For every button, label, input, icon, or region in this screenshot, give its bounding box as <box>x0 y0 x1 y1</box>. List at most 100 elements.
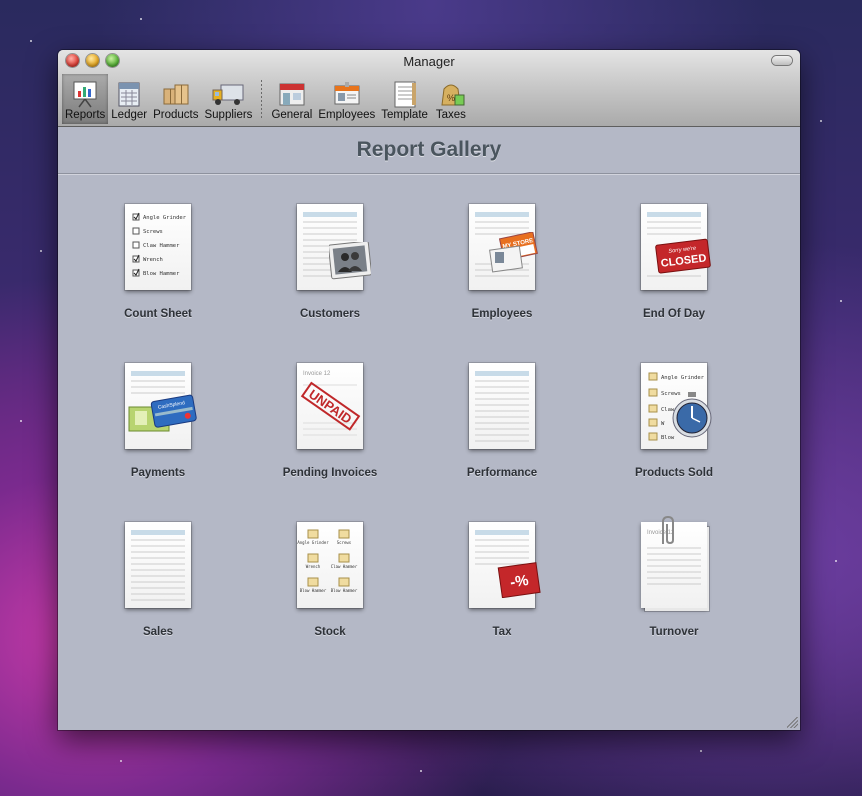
turnover-icon: Invoice 12 <box>629 515 719 612</box>
report-tax[interactable]: -% Tax <box>416 520 588 679</box>
stock-icon: Angle Grinder Screws Wrench Claw Hammer … <box>285 520 375 612</box>
employees-report-icon: MY STORE <box>457 202 547 294</box>
star <box>835 560 837 562</box>
stock-item: Angle Grinder <box>297 540 329 545</box>
manager-window: Manager Reports Ledger Products Supplier… <box>58 50 800 730</box>
payments-icon: CashSplend <box>113 361 203 453</box>
star <box>420 770 422 772</box>
star <box>120 760 122 762</box>
people-photo-icon <box>329 242 371 280</box>
toolbar-label: Taxes <box>435 109 466 121</box>
products-icon <box>159 79 193 109</box>
report-customers[interactable]: Customers <box>244 202 416 361</box>
resize-handle[interactable] <box>787 717 798 728</box>
svg-text:%: % <box>447 93 455 103</box>
toolbar-label: Products <box>153 109 199 121</box>
report-performance[interactable]: Performance <box>416 361 588 520</box>
toolbar-item-reports[interactable]: Reports <box>62 74 109 124</box>
toolbar-item-employees[interactable]: Employees <box>315 74 378 124</box>
count-sheet-item: Wrench <box>143 257 163 263</box>
count-sheet-item: Screws <box>143 229 163 235</box>
report-paper: Invoice 12 UNPAID <box>297 363 363 449</box>
report-gallery: Report Gallery Angle Grinder Screws Claw… <box>58 127 800 730</box>
title-bar: Manager Reports Ledger Products Supplier… <box>58 50 800 127</box>
toolbar-toggle-button[interactable] <box>772 56 792 65</box>
report-paper <box>469 363 535 449</box>
star <box>20 420 22 422</box>
report-count-sheet[interactable]: Angle Grinder Screws Claw Hammer Wrench … <box>72 202 244 361</box>
report-label: Sales <box>142 626 174 638</box>
report-pending-invoices[interactable]: Invoice 12 UNPAID Pending Invoices <box>244 361 416 520</box>
report-label: End Of Day <box>643 308 705 320</box>
report-label: Stock <box>314 626 346 638</box>
report-label: Payments <box>130 467 186 479</box>
report-products-sold[interactable]: Angle Grinder Screws Claw W Blow Product… <box>588 361 760 520</box>
star <box>40 250 42 252</box>
report-paper <box>125 522 191 608</box>
star <box>840 300 842 302</box>
toolbar-item-general[interactable]: General <box>268 74 315 124</box>
toolbar-item-products[interactable]: Products <box>150 74 201 124</box>
pending-invoices-icon: Invoice 12 UNPAID <box>285 361 375 453</box>
count-sheet-item: Blow Hammer <box>143 271 180 277</box>
tax-tag-text: -% <box>509 572 530 591</box>
report-turnover[interactable]: Invoice 12 Turnover <box>588 515 760 679</box>
general-icon <box>275 79 309 109</box>
report-label: Pending Invoices <box>282 467 378 479</box>
report-label: Customers <box>299 308 361 320</box>
employee-badge-icon: MY STORE <box>489 232 538 273</box>
stock-item: Blow Hammer <box>331 588 358 593</box>
window-title: Manager <box>403 54 455 69</box>
reports-icon <box>68 79 102 109</box>
employees-icon <box>330 79 364 109</box>
toolbar-label: Employees <box>318 109 376 121</box>
star <box>30 40 32 42</box>
star <box>820 120 822 122</box>
report-label: Tax <box>492 626 512 638</box>
products-sold-item: W <box>661 421 665 427</box>
toolbar-label: Reports <box>65 109 106 121</box>
template-icon <box>388 79 422 109</box>
stock-item: Screws <box>337 540 352 545</box>
report-paper: Angle Grinder Screws Wrench Claw Hammer … <box>297 522 363 608</box>
report-sales[interactable]: Sales <box>72 520 244 679</box>
stopwatch-icon <box>672 392 712 438</box>
report-stock[interactable]: Angle Grinder Screws Wrench Claw Hammer … <box>244 520 416 679</box>
toolbar-separator <box>261 80 263 120</box>
toolbar-item-template[interactable]: Template <box>378 74 431 124</box>
count-sheet-item: Claw Hammer <box>143 243 180 249</box>
report-grid: Angle Grinder Screws Claw Hammer Wrench … <box>72 202 760 679</box>
report-end-of-day[interactable]: Sorry we're CLOSED End Of Day <box>588 202 760 361</box>
report-payments[interactable]: CashSplend Payments <box>72 361 244 520</box>
toolbar-item-ledger[interactable]: Ledger <box>108 74 150 124</box>
products-sold-icon: Angle Grinder Screws Claw W Blow <box>629 361 719 453</box>
toolbar-label: Suppliers <box>204 109 253 121</box>
tax-icon: -% <box>457 520 547 612</box>
count-sheet-icon: Angle Grinder Screws Claw Hammer Wrench … <box>113 202 203 294</box>
stock-item: Blow Hammer <box>300 588 327 593</box>
report-label: Count Sheet <box>124 308 192 320</box>
toolbar-label: Template <box>381 109 428 121</box>
customers-icon <box>285 202 375 294</box>
report-label: Turnover <box>649 626 699 638</box>
paper-clip-icon <box>662 515 674 545</box>
toolbar-item-taxes[interactable]: % Taxes <box>431 74 471 124</box>
suppliers-icon <box>211 79 245 109</box>
report-label: Employees <box>471 308 533 320</box>
closed-sign-icon: Sorry we'reCLOSED <box>655 238 711 274</box>
sales-icon <box>113 520 203 612</box>
toolbar-item-suppliers[interactable]: Suppliers <box>201 74 255 124</box>
report-label: Products Sold <box>635 467 713 479</box>
stock-item: Wrench <box>306 564 321 569</box>
toolbar: Reports Ledger Products Suppliers Genera… <box>62 74 796 124</box>
performance-icon <box>457 361 547 453</box>
page-title: Report Gallery <box>58 127 800 174</box>
ledger-icon <box>112 79 146 109</box>
report-paper: Angle Grinder Screws Claw Hammer Wrench … <box>125 204 191 290</box>
report-employees[interactable]: MY STORE Employees <box>416 202 588 361</box>
star <box>140 18 142 20</box>
taxes-icon: % <box>434 79 468 109</box>
payment-cards-icon: CashSplend <box>128 394 197 432</box>
invoice-title: Invoice 12 <box>303 371 331 377</box>
stock-item: Claw Hammer <box>331 564 358 569</box>
